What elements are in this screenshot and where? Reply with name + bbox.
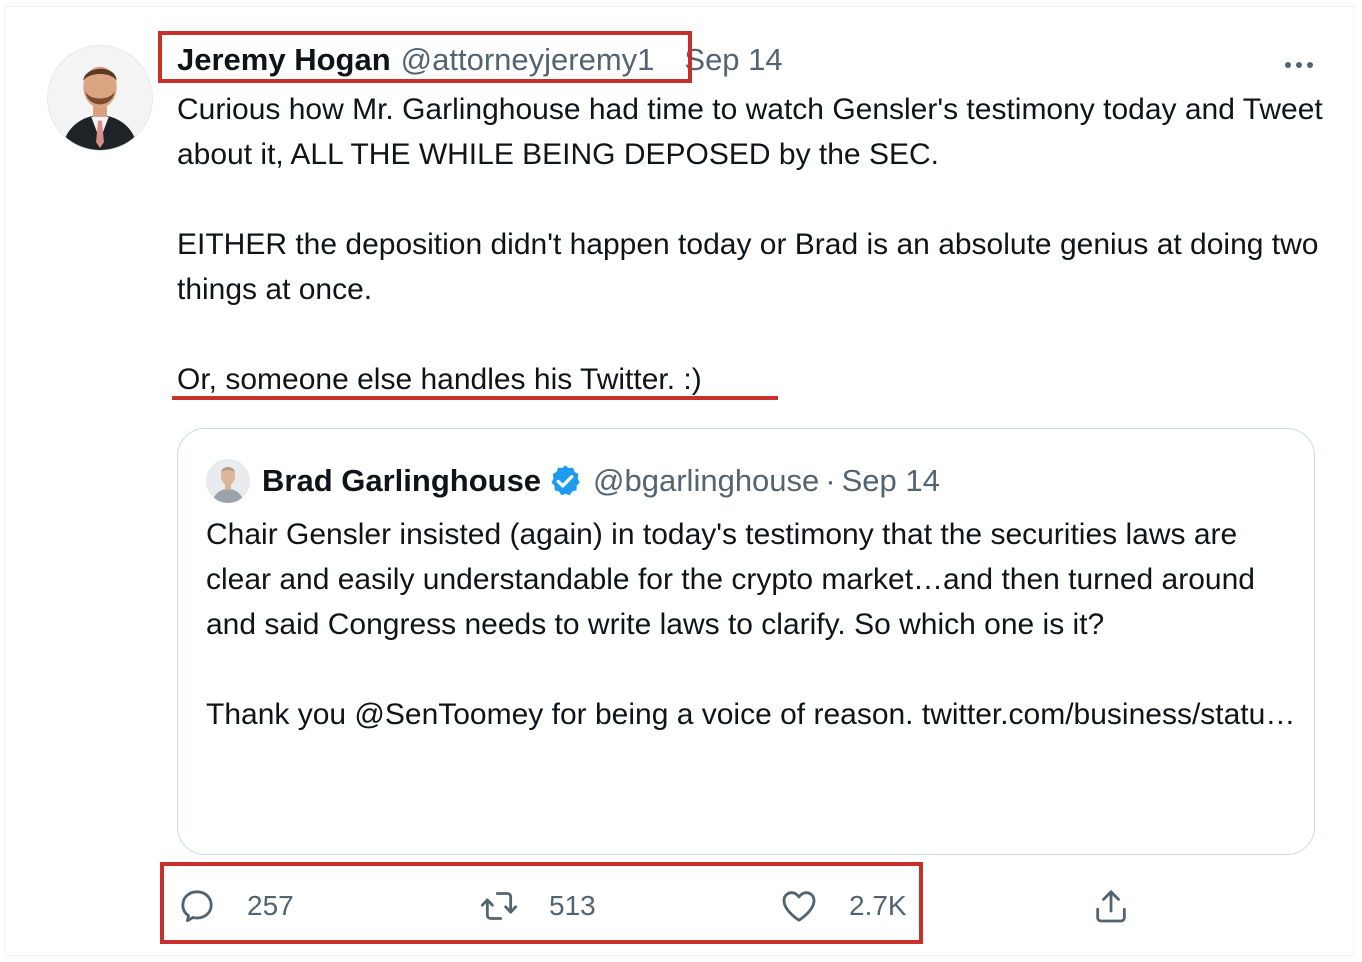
quoted-tweet-date: Sep 14 — [841, 463, 940, 498]
quoted-tweet[interactable]: Brad Garlinghouse @bgarlinghouse · Sep 1… — [177, 428, 1315, 855]
tweet-date[interactable]: Sep 14 — [684, 42, 782, 78]
quoted-paragraph: Chair Gensler insisted (again) in today'… — [206, 518, 1255, 641]
verified-badge-icon — [551, 465, 580, 496]
tweet-text: Curious how Mr. Garlinghouse had time to… — [177, 87, 1327, 402]
quoted-tweet-text: Chair Gensler insisted (again) in today'… — [206, 512, 1296, 737]
author-name[interactable]: Jeremy Hogan — [177, 42, 391, 78]
like-count: 2.7K — [849, 890, 907, 921]
quoted-paragraph: Thank you @SenToomey for being a voice o… — [206, 698, 1296, 731]
quoted-author-avatar — [206, 459, 250, 503]
quoted-author-avatar-image — [206, 459, 250, 503]
tweet-paragraph: EITHER the deposition didn't happen toda… — [177, 228, 1319, 306]
share-button[interactable] — [1091, 881, 1131, 931]
tweet-card[interactable]: Jeremy Hogan @attorneyjeremy1 Sep 14 Cur… — [4, 6, 1354, 956]
like-button[interactable]: 2.7K — [779, 881, 907, 931]
more-icon[interactable] — [1279, 51, 1319, 79]
reply-icon — [181, 890, 213, 923]
tweet-header: Jeremy Hogan @attorneyjeremy1 Sep 14 — [177, 39, 783, 81]
quoted-author-name: Brad Garlinghouse — [262, 463, 542, 498]
retweet-button[interactable]: 513 — [479, 881, 596, 931]
separator-dot: · — [825, 463, 836, 498]
author-handle[interactable]: @attorneyjeremy1 — [401, 42, 655, 78]
reply-count: 257 — [247, 890, 294, 921]
share-icon — [1096, 890, 1126, 923]
quoted-author-handle: @bgarlinghouse — [593, 463, 820, 498]
retweet-icon — [480, 892, 518, 920]
quoted-tweet-header: Brad Garlinghouse @bgarlinghouse · Sep 1… — [206, 459, 940, 503]
reply-button[interactable]: 257 — [177, 881, 294, 931]
tweet-paragraph: Or, someone else handles his Twitter. :) — [177, 363, 702, 396]
author-avatar[interactable] — [47, 45, 153, 151]
author-avatar-image — [48, 46, 152, 150]
retweet-count: 513 — [549, 890, 596, 921]
tweet-paragraph: Curious how Mr. Garlinghouse had time to… — [177, 93, 1323, 171]
action-bar: 257 513 2.7K — [177, 881, 1137, 931]
heart-icon — [782, 891, 816, 922]
